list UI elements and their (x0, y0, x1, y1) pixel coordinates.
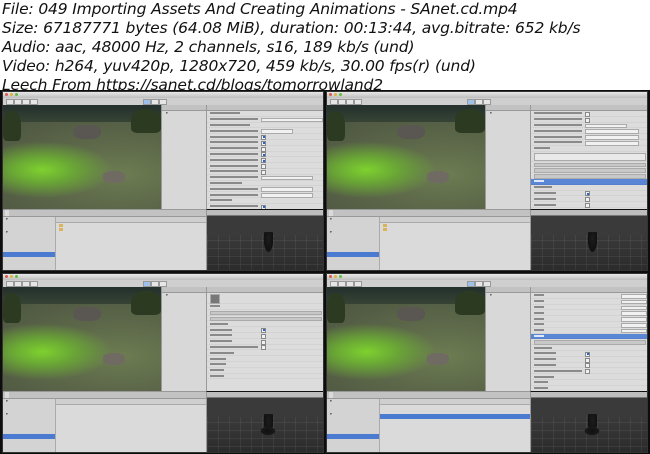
scene-view[interactable] (327, 105, 485, 209)
inspector-panel (530, 287, 647, 392)
folder-icon (383, 223, 387, 227)
scene-view[interactable] (3, 105, 161, 209)
inspector-panel (206, 105, 323, 216)
thumbnail-2: ▾ ▾ ▾ (326, 91, 648, 271)
hierarchy-panel: ▾ (485, 287, 531, 391)
inspector-panel (206, 287, 323, 391)
audio-info-line: Audio: aac, 48000 Hz, 2 channels, s16, 1… (2, 38, 415, 56)
character-model (587, 232, 598, 254)
project-panel: ▾ ▾ (327, 391, 530, 452)
preview-panel (206, 391, 323, 452)
scene-view[interactable] (3, 287, 161, 391)
folder-icon (59, 228, 63, 232)
project-panel: ▾ ▾ (3, 391, 206, 452)
project-panel: ▾ ▾ (3, 209, 206, 270)
preview-panel (530, 391, 647, 452)
thumbnail-4: ▾ ▾ ▾ (326, 273, 648, 453)
character-model (263, 232, 274, 254)
video-info-line: Video: h264, yuv420p, 1280x720, 459 kb/s… (2, 57, 476, 75)
thumbnail-3: ▾ ▾ ▾ (2, 273, 324, 453)
hierarchy-panel: ▾ (161, 287, 207, 391)
thumbnail-1: ▾ ▾ ▾ (2, 91, 324, 271)
preview-panel (530, 209, 647, 270)
folder-icon (59, 223, 63, 227)
hierarchy-panel: ▾ (161, 105, 207, 209)
file-name-line: File: 049 Importing Assets And Creating … (2, 0, 518, 18)
hierarchy-panel: ▾ (485, 105, 531, 209)
thumbnail-grid: ▾ ▾ ▾ ▾ ▾ ▾ ▾ ▾ ▾ ▾ ▾ ▾ (0, 90, 650, 454)
folder-icon (383, 228, 387, 232)
preview-panel (206, 209, 323, 270)
file-info-header: File: 049 Importing Assets And Creating … (2, 0, 648, 95)
file-size-line: Size: 67187771 bytes (64.08 MiB), durati… (2, 19, 581, 37)
project-panel: ▾ ▾ (327, 209, 530, 270)
inspector-panel (530, 105, 647, 214)
scene-view[interactable] (327, 287, 485, 391)
